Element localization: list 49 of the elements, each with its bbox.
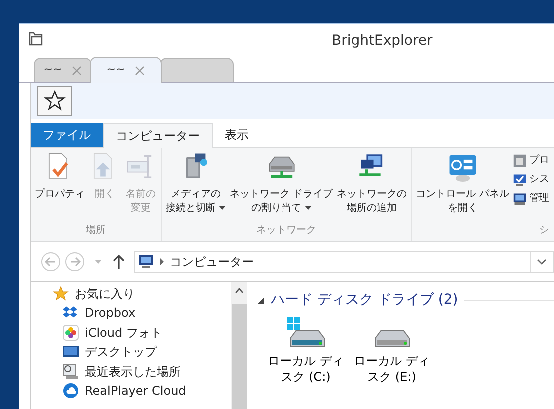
ribbon-command[interactable]: 管理 bbox=[513, 191, 550, 206]
ribbon-command[interactable]: ネットワークの 場所の追加 bbox=[335, 148, 410, 216]
up-button[interactable] bbox=[112, 254, 126, 270]
drive-item[interactable]: ローカル ディスク (E:) bbox=[351, 317, 433, 385]
recent-places-icon bbox=[63, 364, 79, 380]
box-icon bbox=[513, 154, 528, 168]
nav-item[interactable]: RealPlayer Cloud bbox=[53, 382, 231, 401]
file-menu-tab[interactable]: ファイル bbox=[31, 123, 103, 147]
dropdown-caret-icon bbox=[304, 206, 312, 210]
ribbon-command[interactable]: メディアの 接続と切断 bbox=[164, 148, 228, 216]
group-label: ネットワーク bbox=[256, 224, 317, 238]
ribbon-tab[interactable]: 表示 bbox=[213, 123, 261, 147]
monitor-check-icon bbox=[513, 172, 528, 186]
group-header[interactable]: ハード ディスク ドライブ (2) bbox=[271, 290, 458, 311]
computer-icon bbox=[139, 254, 154, 268]
flower-icon bbox=[63, 324, 79, 341]
close-icon bbox=[135, 66, 146, 76]
computer-icon bbox=[513, 192, 528, 206]
browser-tab[interactable]: ~~ bbox=[90, 57, 162, 83]
ribbon-command[interactable]: プロ bbox=[513, 153, 550, 168]
scroll-up-icon[interactable] bbox=[234, 288, 244, 294]
ribbon-command[interactable]: プロパティ bbox=[33, 148, 87, 202]
breadcrumb-arrow-icon bbox=[160, 258, 164, 266]
ribbon-command[interactable]: コントロール パネル を開く bbox=[414, 148, 512, 216]
nav-item[interactable]: 最近表示した場所 bbox=[53, 362, 231, 382]
star-icon bbox=[53, 286, 69, 302]
favorite-button[interactable] bbox=[37, 86, 72, 116]
close-icon bbox=[72, 66, 82, 76]
hard-drive-icon bbox=[374, 330, 410, 347]
collapse-toggle[interactable] bbox=[257, 296, 265, 304]
nav-item[interactable]: iCloud フォト bbox=[53, 323, 231, 342]
system-drive-icon bbox=[287, 317, 325, 347]
address-field[interactable]: コンピューター bbox=[134, 250, 554, 272]
dropdown-caret-icon bbox=[219, 206, 226, 210]
folder-icon bbox=[29, 32, 43, 46]
group-label: シ bbox=[539, 224, 550, 238]
nav-item[interactable]: デスクトップ bbox=[53, 342, 231, 362]
ribbon-command[interactable]: シス bbox=[513, 172, 550, 187]
drive-item[interactable]: ローカル ディスク (C:) bbox=[265, 317, 347, 385]
ribbon-tab[interactable]: コンピューター bbox=[103, 123, 213, 148]
nav-item[interactable]: Dropbox bbox=[53, 304, 231, 323]
browser-tab[interactable]: ~~ bbox=[34, 58, 92, 82]
scrollbar[interactable] bbox=[231, 282, 247, 409]
breadcrumb[interactable]: コンピューター bbox=[170, 252, 254, 270]
group-label: 場所 bbox=[86, 224, 106, 238]
nav-item[interactable]: お気に入り bbox=[53, 284, 231, 304]
cloud-icon bbox=[63, 383, 79, 400]
ribbon-command[interactable]: ネットワーク ドライブ の割り当て bbox=[228, 148, 336, 216]
window-title: BrightExplorer bbox=[332, 32, 433, 51]
